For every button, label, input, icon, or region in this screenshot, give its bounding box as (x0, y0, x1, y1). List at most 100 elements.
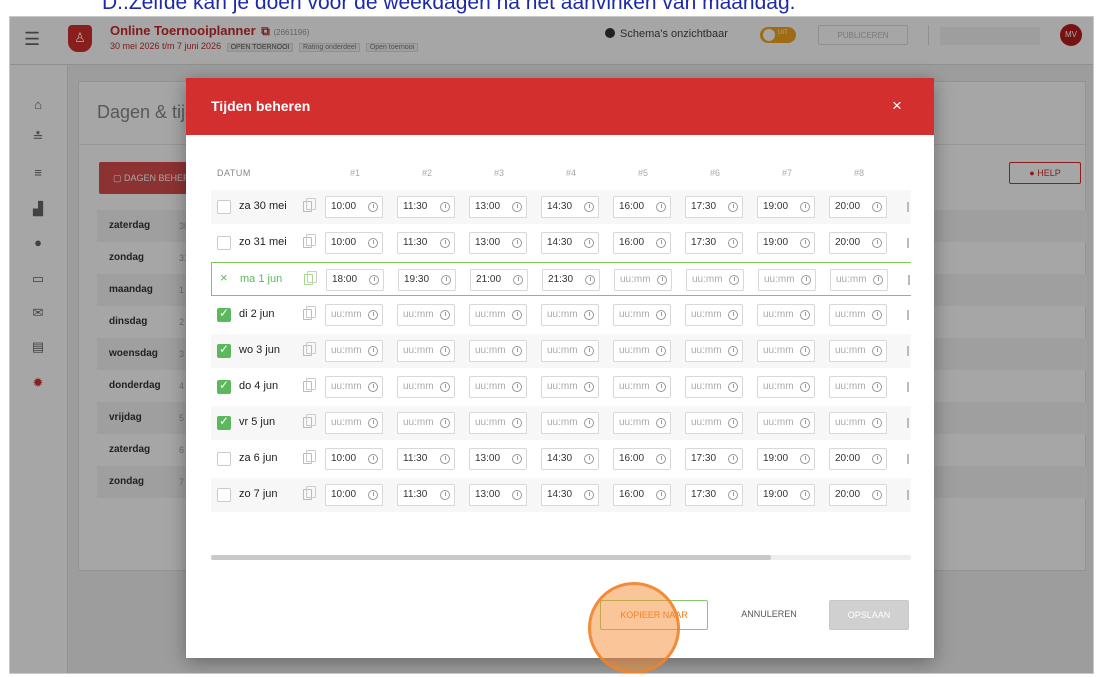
time-input[interactable]: uu:mm (541, 340, 599, 362)
clock-icon[interactable] (368, 418, 378, 428)
clock-icon[interactable] (872, 418, 882, 428)
time-input[interactable]: 14:30 (541, 196, 599, 218)
time-input[interactable]: 16:00 (613, 484, 671, 506)
time-input[interactable]: 21:00 (470, 269, 528, 291)
clock-icon[interactable] (369, 275, 379, 285)
time-input[interactable]: 10:00 (325, 232, 383, 254)
clock-icon[interactable] (512, 454, 522, 464)
time-input[interactable]: 11:30 (397, 448, 455, 470)
deselect-x-icon[interactable]: × (220, 270, 234, 286)
clock-icon[interactable] (368, 346, 378, 356)
time-input[interactable]: uu:mm (541, 412, 599, 434)
time-input[interactable]: 16:00 (613, 448, 671, 470)
time-input[interactable]: 10:00 (325, 484, 383, 506)
time-input[interactable]: uu:mm (757, 340, 815, 362)
copy-icon[interactable] (303, 450, 316, 464)
row-checkbox[interactable] (217, 414, 231, 430)
clock-icon[interactable] (368, 202, 378, 212)
clock-icon[interactable] (800, 418, 810, 428)
time-input[interactable]: uu:mm (685, 412, 743, 434)
time-input[interactable]: uu:mm (469, 376, 527, 398)
time-input[interactable]: 13:00 (469, 232, 527, 254)
clock-icon[interactable] (512, 346, 522, 356)
time-input[interactable]: uu:mm (830, 269, 888, 291)
time-input[interactable]: 11:30 (397, 484, 455, 506)
clock-icon[interactable] (800, 490, 810, 500)
time-input[interactable]: uu:mm (757, 376, 815, 398)
time-input[interactable]: 19:00 (757, 232, 815, 254)
time-input[interactable]: uu:mm (469, 340, 527, 362)
time-input[interactable]: uu:mm (397, 412, 455, 434)
time-input[interactable]: 20:00 (829, 196, 887, 218)
time-input[interactable]: uu:mm (613, 340, 671, 362)
copy-icon[interactable] (303, 414, 316, 428)
clock-icon[interactable] (656, 454, 666, 464)
clock-icon[interactable] (872, 310, 882, 320)
time-input[interactable]: uu:mm (757, 304, 815, 326)
clock-icon[interactable] (512, 238, 522, 248)
time-input[interactable]: 13:00 (469, 448, 527, 470)
time-input[interactable]: 10:00 (325, 196, 383, 218)
clock-icon[interactable] (873, 275, 883, 285)
clock-icon[interactable] (872, 238, 882, 248)
clock-icon[interactable] (513, 275, 523, 285)
time-input[interactable]: 19:00 (757, 484, 815, 506)
clock-icon[interactable] (440, 310, 450, 320)
clock-icon[interactable] (800, 310, 810, 320)
time-input[interactable]: uu:mm (829, 340, 887, 362)
clock-icon[interactable] (728, 382, 738, 392)
time-input[interactable]: 13:00 (469, 484, 527, 506)
clock-icon[interactable] (584, 490, 594, 500)
clock-icon[interactable] (656, 490, 666, 500)
time-input[interactable]: uu:mm (397, 376, 455, 398)
clock-icon[interactable] (801, 275, 811, 285)
clock-icon[interactable] (872, 490, 882, 500)
copy-icon[interactable] (304, 271, 317, 285)
time-input[interactable]: 13:00 (469, 196, 527, 218)
save-button[interactable]: OPSLAAN (829, 600, 909, 630)
clock-icon[interactable] (512, 310, 522, 320)
time-input[interactable]: 20:00 (829, 232, 887, 254)
time-input[interactable]: uu:mm (325, 412, 383, 434)
time-input[interactable]: uu:mm (325, 376, 383, 398)
clock-icon[interactable] (800, 454, 810, 464)
time-input[interactable]: 11:30 (397, 232, 455, 254)
clock-icon[interactable] (440, 418, 450, 428)
time-input[interactable]: 14:30 (541, 448, 599, 470)
time-input[interactable]: 21:30 (542, 269, 600, 291)
time-input[interactable]: uu:mm (541, 376, 599, 398)
clock-icon[interactable] (584, 346, 594, 356)
copy-icon[interactable] (303, 306, 316, 320)
clock-icon[interactable] (728, 202, 738, 212)
clock-icon[interactable] (440, 454, 450, 464)
clock-icon[interactable] (728, 490, 738, 500)
clock-icon[interactable] (872, 454, 882, 464)
time-input[interactable]: uu:mm (829, 376, 887, 398)
time-input[interactable]: 17:30 (685, 484, 743, 506)
clock-icon[interactable] (512, 490, 522, 500)
clock-icon[interactable] (728, 346, 738, 356)
clock-icon[interactable] (512, 202, 522, 212)
clock-icon[interactable] (584, 382, 594, 392)
time-input[interactable]: 17:30 (685, 448, 743, 470)
copy-icon[interactable] (303, 234, 316, 248)
clock-icon[interactable] (872, 346, 882, 356)
time-input[interactable]: uu:mm (469, 412, 527, 434)
clock-icon[interactable] (872, 382, 882, 392)
clock-icon[interactable] (585, 275, 595, 285)
clock-icon[interactable] (584, 310, 594, 320)
time-input[interactable]: 14:30 (541, 484, 599, 506)
time-input[interactable]: 11:30 (397, 196, 455, 218)
time-input[interactable]: 16:00 (613, 232, 671, 254)
clock-icon[interactable] (440, 346, 450, 356)
clock-icon[interactable] (368, 490, 378, 500)
clock-icon[interactable] (800, 382, 810, 392)
time-input[interactable]: uu:mm (325, 304, 383, 326)
time-input[interactable]: uu:mm (686, 269, 744, 291)
time-input[interactable]: 20:00 (829, 448, 887, 470)
time-input[interactable]: 10:00 (325, 448, 383, 470)
clock-icon[interactable] (368, 454, 378, 464)
time-input[interactable]: uu:mm (397, 340, 455, 362)
time-input[interactable]: uu:mm (757, 412, 815, 434)
clock-icon[interactable] (656, 418, 666, 428)
